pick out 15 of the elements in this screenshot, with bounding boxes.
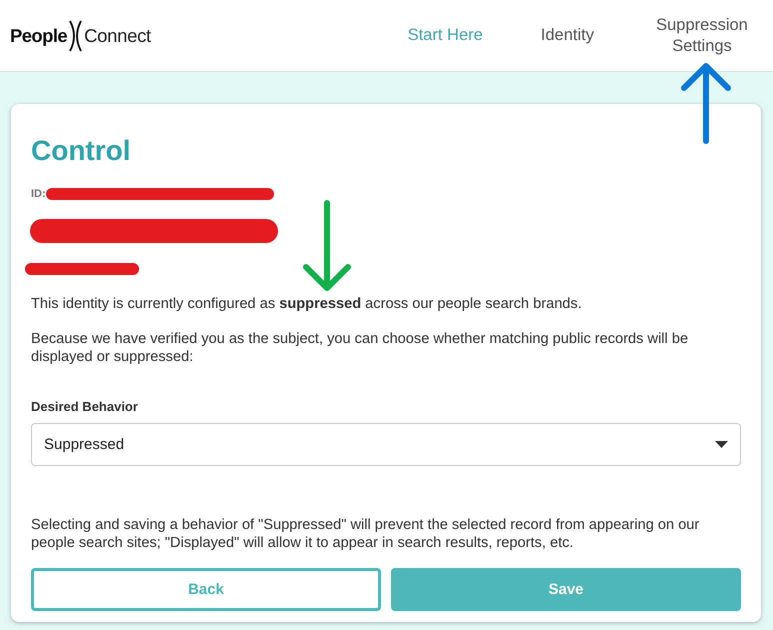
intro-text: Because we have verified you as the subject, you can choose whether matching public records will be displayed or suppressed:	[31, 330, 690, 366]
behavior-dropdown[interactable]: Suppressed	[31, 423, 741, 466]
nav-link[interactable]: Suppression Settings	[652, 14, 752, 56]
nav-link[interactable]: Identity	[540, 25, 594, 46]
logo-word: People	[10, 24, 68, 46]
field-label: Desired Behavior	[31, 399, 139, 416]
help-text: Selecting and saving a behavior of "Suppressed" will prevent the selected record from appearing on our people search sites; "Displayed" will allow it to appear in search results, reports, etc.	[31, 516, 700, 552]
logo-word: Connect	[84, 24, 151, 46]
id-label: ID:	[31, 188, 46, 200]
logo-x-icon	[68, 20, 84, 52]
page-title: Control	[31, 134, 132, 168]
down-arrow-icon	[302, 200, 352, 292]
status-text: This identity is currently configured as suppressed across our people search brands.	[31, 295, 583, 314]
up-arrow-icon	[681, 62, 731, 144]
caret-icon	[715, 441, 728, 448]
